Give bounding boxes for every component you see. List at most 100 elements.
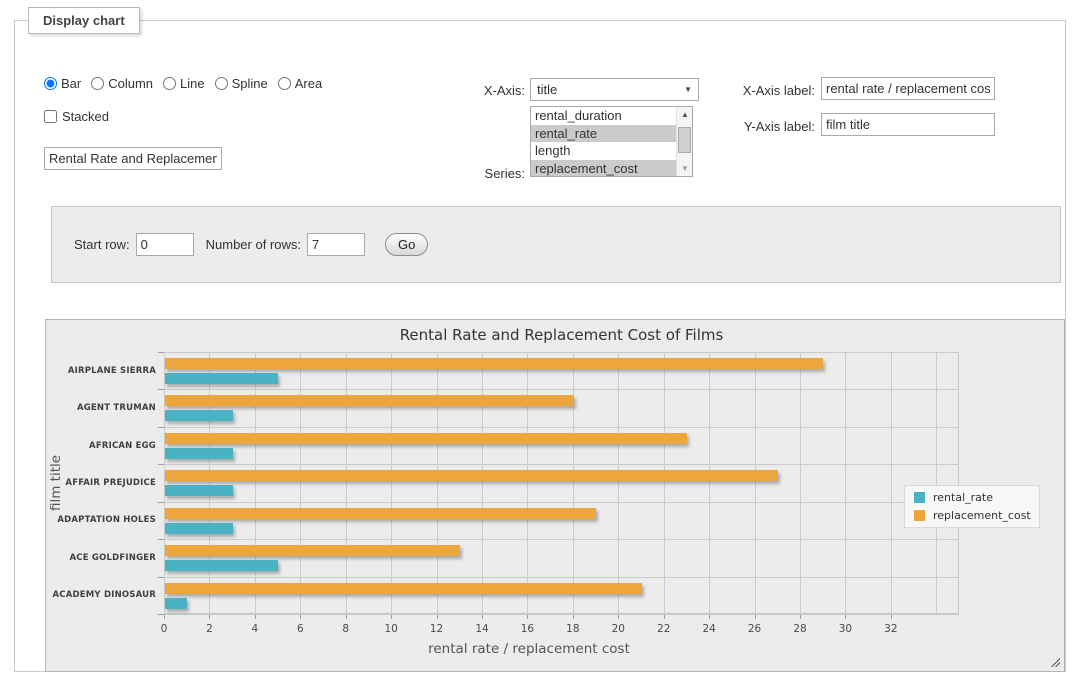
gridline: [755, 352, 756, 614]
bar-rental_rate: [165, 448, 233, 459]
category-tick: [158, 577, 164, 578]
scrollbar-thumb[interactable]: [678, 127, 691, 153]
gridline: [164, 502, 959, 503]
x-tick-label: 24: [694, 623, 724, 635]
gridline: [300, 352, 301, 614]
category-tick: [158, 539, 164, 540]
chart-legend: rental_rate replacement_cost: [904, 485, 1040, 528]
display-chart-fieldset: BarColumnLineSplineArea Stacked X-Axis: …: [14, 20, 1066, 672]
gridline: [573, 352, 574, 614]
gridline: [391, 352, 392, 614]
series-listbox[interactable]: rental_durationrental_ratelengthreplacem…: [530, 106, 693, 177]
category-tick: [158, 614, 164, 615]
series-option-length[interactable]: length: [531, 142, 676, 160]
chart-type-radio-line[interactable]: [163, 77, 176, 90]
category-label: AIRPLANE SIERRA: [46, 366, 156, 376]
stacked-checkbox[interactable]: [44, 110, 57, 123]
x-tick-label: 20: [603, 623, 633, 635]
x-tick-label: 32: [876, 623, 906, 635]
bar-replacement_cost: [165, 395, 574, 406]
gridline: [936, 352, 937, 614]
category-label: AGENT TRUMAN: [46, 403, 156, 413]
legend-swatch: [913, 509, 926, 522]
chart-type-option-spline[interactable]: Spline: [215, 76, 268, 91]
bar-replacement_cost: [165, 358, 823, 369]
bar-rental_rate: [165, 485, 233, 496]
resize-handle[interactable]: [1049, 656, 1060, 667]
x-axis-select[interactable]: title ▼: [530, 78, 699, 101]
x-tick-label: 16: [512, 623, 542, 635]
series-option-rental_rate[interactable]: rental_rate: [531, 125, 676, 143]
start-row-input[interactable]: [136, 233, 194, 256]
series-option-replacement_cost[interactable]: replacement_cost: [531, 160, 676, 178]
x-tick-label: 18: [558, 623, 588, 635]
chart-type-radio-bar[interactable]: [44, 77, 57, 90]
x-tick-label: 12: [422, 623, 452, 635]
bar-rental_rate: [165, 560, 278, 571]
gridline: [527, 352, 528, 614]
x-tick-label: 0: [149, 623, 179, 635]
bar-rental_rate: [165, 373, 278, 384]
chart-type-option-area[interactable]: Area: [278, 76, 322, 91]
x-tick-label: 30: [830, 623, 860, 635]
chart-type-option-column[interactable]: Column: [91, 76, 153, 91]
x-tick-label: 22: [649, 623, 679, 635]
chart-type-radio-spline[interactable]: [215, 77, 228, 90]
gridline: [664, 352, 665, 614]
gridline: [164, 427, 959, 428]
go-button[interactable]: Go: [385, 233, 428, 256]
gridline: [164, 539, 959, 540]
chart-type-label: Spline: [232, 76, 268, 91]
number-of-rows-input[interactable]: [307, 233, 365, 256]
x-axis-label-input[interactable]: [821, 77, 995, 100]
chart-type-label: Area: [295, 76, 322, 91]
bar-replacement_cost: [165, 545, 460, 556]
y-axis-label-input[interactable]: [821, 113, 995, 136]
bar-rental_rate: [165, 523, 233, 534]
gridline: [845, 352, 846, 614]
start-row-label: Start row:: [74, 237, 130, 252]
gridline: [346, 352, 347, 614]
gridline: [164, 577, 959, 578]
chart-title-input[interactable]: [44, 147, 222, 170]
chart-type-radio-area[interactable]: [278, 77, 291, 90]
chart-type-option-bar[interactable]: Bar: [44, 76, 81, 91]
listbox-scrollbar[interactable]: ▲ ▼: [676, 107, 692, 176]
x-tick-label: 8: [331, 623, 361, 635]
chart-container: Rental Rate and Replacement Cost of Film…: [45, 319, 1065, 672]
stacked-checkbox-row[interactable]: Stacked: [44, 109, 109, 124]
bar-replacement_cost: [165, 508, 596, 519]
series-option-rental_duration[interactable]: rental_duration: [531, 107, 676, 125]
legend-item-rental_rate[interactable]: rental_rate: [913, 491, 1031, 504]
bar-replacement_cost: [165, 433, 687, 444]
legend-item-replacement_cost[interactable]: replacement_cost: [913, 509, 1031, 522]
number-of-rows-label: Number of rows:: [206, 237, 301, 252]
chart-type-label: Line: [180, 76, 205, 91]
chart-type-label: Column: [108, 76, 153, 91]
gridline: [209, 352, 210, 614]
gridline: [164, 352, 959, 353]
scroll-down-icon[interactable]: ▼: [677, 161, 693, 176]
chart-type-radio-column[interactable]: [91, 77, 104, 90]
chart-type-option-line[interactable]: Line: [163, 76, 205, 91]
gridline: [800, 352, 801, 614]
category-tick: [158, 464, 164, 465]
gridline: [164, 464, 959, 465]
x-tick-label: 28: [785, 623, 815, 635]
x-axis-select-label: X-Axis:: [445, 83, 525, 98]
chevron-down-icon: ▼: [684, 85, 692, 94]
x-tick-label: 10: [376, 623, 406, 635]
page: BarColumnLineSplineArea Stacked X-Axis: …: [0, 0, 1081, 681]
gridline: [618, 352, 619, 614]
scroll-up-icon[interactable]: ▲: [677, 107, 693, 122]
stacked-label: Stacked: [62, 109, 109, 124]
x-axis-select-value: title: [537, 82, 557, 97]
legend-label: replacement_cost: [933, 509, 1031, 522]
gridline: [164, 352, 165, 614]
x-tick-label: 6: [285, 623, 315, 635]
x-tick-label: 26: [740, 623, 770, 635]
y-axis-label-label: Y-Axis label:: [715, 119, 815, 134]
bar-replacement_cost: [165, 470, 778, 481]
category-tick: [158, 352, 164, 353]
plot-area: [164, 352, 959, 614]
